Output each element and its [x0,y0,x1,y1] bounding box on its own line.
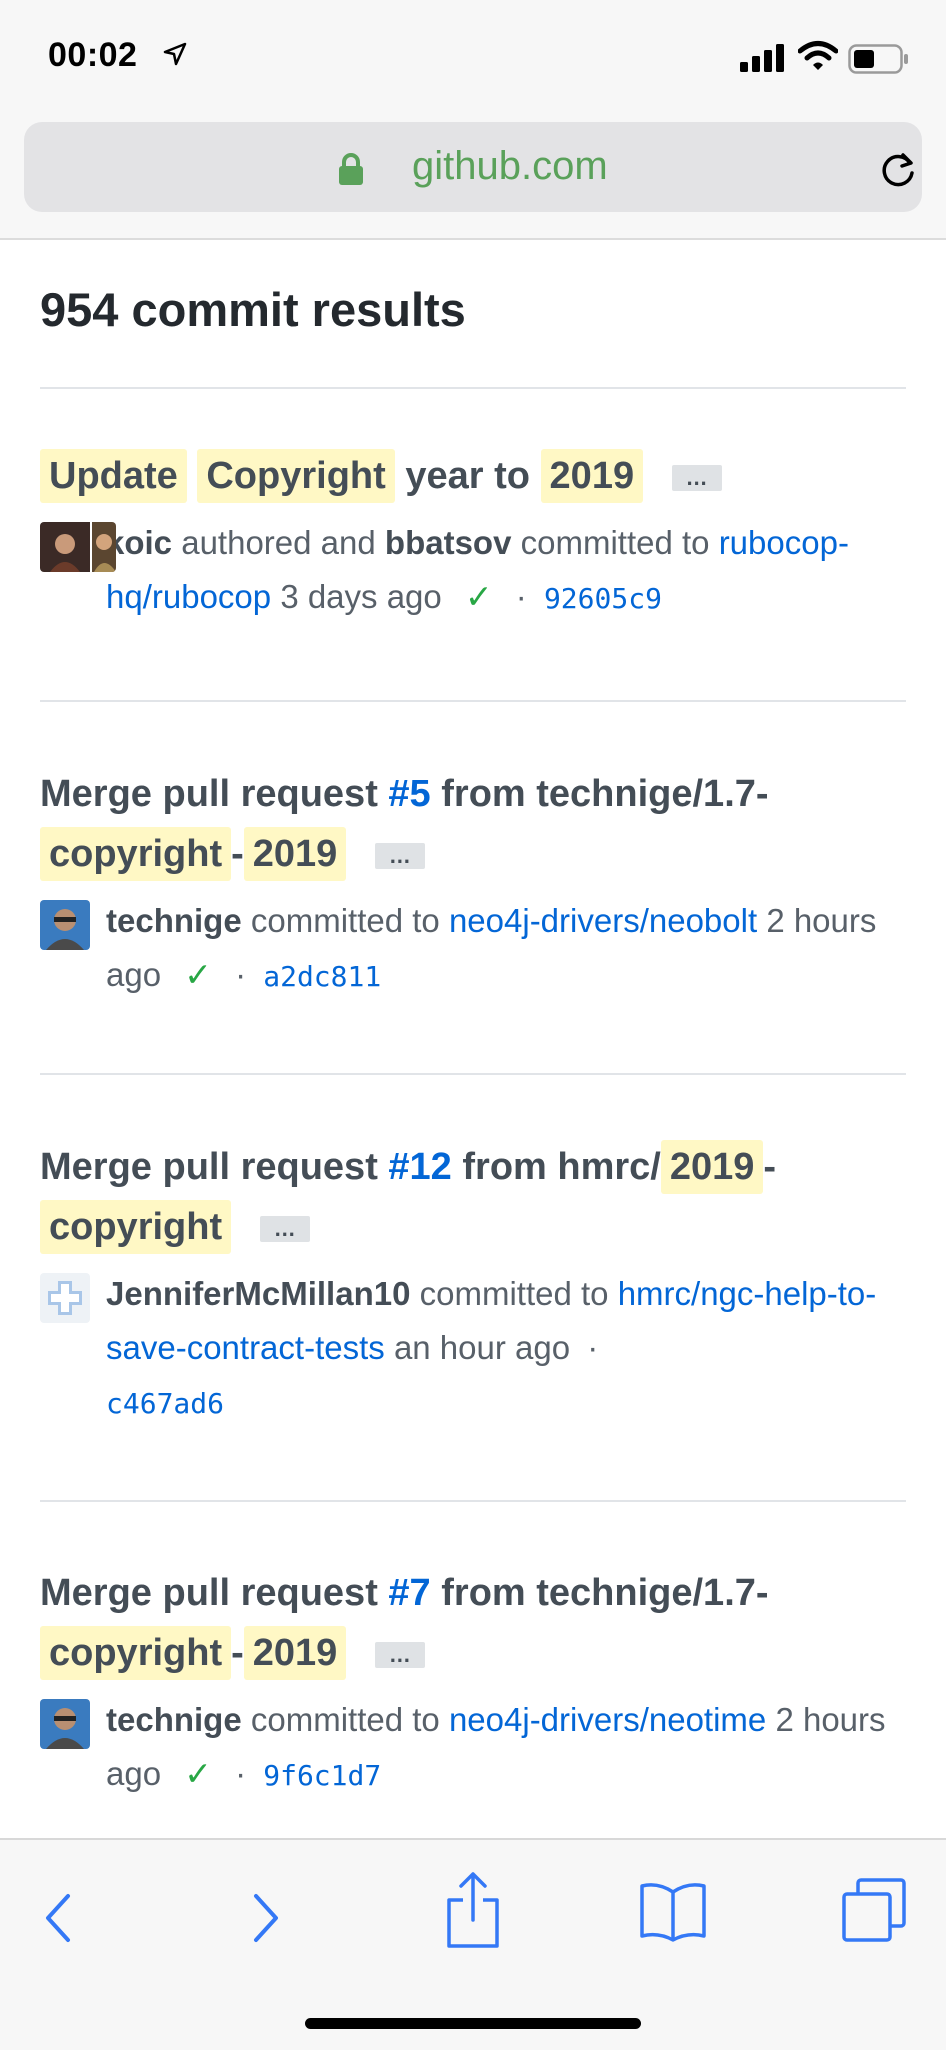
commit-meta: JenniferMcMillan10 committed to hmrc/ngc… [40,1267,910,1431]
title-text: year to [405,455,530,497]
check-icon: ✓ [184,956,212,993]
location-arrow-icon [163,42,187,66]
title-separator: - [763,1146,777,1188]
pull-request-link[interactable]: #7 [388,1572,430,1614]
title-highlight: copyright [40,827,232,881]
commit-title[interactable]: Merge pull request #12 from hmrc/2019- c… [40,1137,910,1257]
commit-title[interactable]: Update Copyright year to 2019 … [40,446,910,506]
status-bar: 00:02 [0,0,946,115]
title-text: Merge pull request [40,773,378,815]
bookmarks-icon[interactable] [638,1878,708,1944]
battery-icon [848,44,908,74]
committer-name[interactable]: technige [106,902,242,939]
separator-dot: · [235,956,247,993]
commit-item: Update Copyright year to 2019 … koic aut… [40,446,910,626]
expand-message-button[interactable]: … [374,842,425,869]
tabs-icon[interactable] [840,1876,910,1946]
commit-meta: technige committed to neo4j-drivers/neot… [40,1693,910,1803]
separator-dot: · [587,1329,599,1366]
title-text: Merge pull request [40,1572,378,1614]
avatar-pair-icon [40,522,116,572]
divider [40,1073,906,1075]
committer-name[interactable]: technige [106,1701,242,1738]
reload-icon[interactable] [878,149,918,189]
avatar-technige-icon [40,1699,90,1749]
forward-icon[interactable] [246,1888,286,1948]
back-icon[interactable] [38,1888,78,1948]
commit-meta: technige committed to neo4j-drivers/neob… [40,894,910,1004]
title-text: from technige/1.7- [441,1572,769,1614]
address-bar[interactable]: github.com [24,122,922,212]
expand-message-button[interactable]: … [671,464,722,491]
avatar-technige-icon [40,900,90,950]
avatar-identicon [40,1273,90,1323]
title-highlight: copyright [40,1626,232,1680]
authored-and-text: authored and [181,524,376,561]
title-highlight: Copyright [197,449,395,503]
title-separator: - [231,1632,244,1674]
commit-item: Merge pull request #7 from technige/1.7-… [40,1563,910,1803]
commit-sha-link[interactable]: c467ad6 [106,1387,224,1420]
commit-sha-link[interactable]: a2dc811 [263,960,381,993]
commit-title[interactable]: Merge pull request #7 from technige/1.7-… [40,1563,910,1683]
title-separator: - [231,833,244,875]
committed-to-text: committed to [419,1275,609,1312]
title-highlight: 2019 [540,449,644,503]
repo-link[interactable]: neo4j-drivers/neobolt [449,902,757,939]
results-heading: 954 commit results [40,283,466,336]
commit-sha-link[interactable]: 9f6c1d7 [263,1759,381,1792]
divider [40,387,906,389]
divider [40,700,906,702]
title-highlight: 2019 [243,1626,347,1680]
cellular-signal-icon [740,44,784,72]
committer-name[interactable]: JenniferMcMillan10 [106,1275,410,1312]
title-highlight: Update [40,449,187,503]
url-domain: github.com [412,144,608,188]
title-highlight: 2019 [660,1140,764,1194]
title-highlight: copyright [40,1200,232,1254]
expand-message-button[interactable]: … [374,1641,425,1668]
title-text: from technige/1.7- [441,773,769,815]
pull-request-link[interactable]: #12 [388,1146,451,1188]
committed-to-text: committed to [520,524,710,561]
committer-name[interactable]: bbatsov [385,524,512,561]
commit-item: Merge pull request #12 from hmrc/2019- c… [40,1137,910,1431]
commit-title[interactable]: Merge pull request #5 from technige/1.7-… [40,764,910,884]
commit-item: Merge pull request #5 from technige/1.7-… [40,764,910,1004]
title-text: Merge pull request [40,1146,378,1188]
commit-meta: koic authored and bbatsov committed to r… [40,516,910,626]
avatar[interactable] [40,900,90,950]
browser-address-area: github.com [0,115,946,240]
repo-link[interactable]: neo4j-drivers/neotime [449,1701,766,1738]
expand-message-button[interactable]: … [259,1215,310,1242]
committed-to-text: committed to [250,1701,440,1738]
title-highlight: 2019 [243,827,347,881]
commit-time: an hour ago [393,1329,571,1366]
separator-dot: · [515,578,527,615]
separator-dot: · [235,1755,247,1792]
avatar[interactable] [40,1273,90,1323]
lock-icon [339,153,363,185]
title-text: from hmrc/ [462,1146,661,1188]
home-indicator[interactable] [305,2018,641,2029]
pull-request-link[interactable]: #5 [388,773,430,815]
wifi-icon [798,41,838,70]
commit-sha-link[interactable]: 92605c9 [544,582,662,615]
check-icon: ✓ [464,578,493,615]
status-time: 00:02 [48,36,138,74]
browser-toolbar [0,1838,946,2050]
divider [40,1500,906,1502]
avatar[interactable] [40,1699,90,1749]
avatar[interactable] [40,522,116,572]
committed-to-text: committed to [250,902,440,939]
check-icon: ✓ [184,1755,212,1792]
share-icon[interactable] [443,1870,503,1950]
commit-time: 3 days ago [280,578,442,615]
